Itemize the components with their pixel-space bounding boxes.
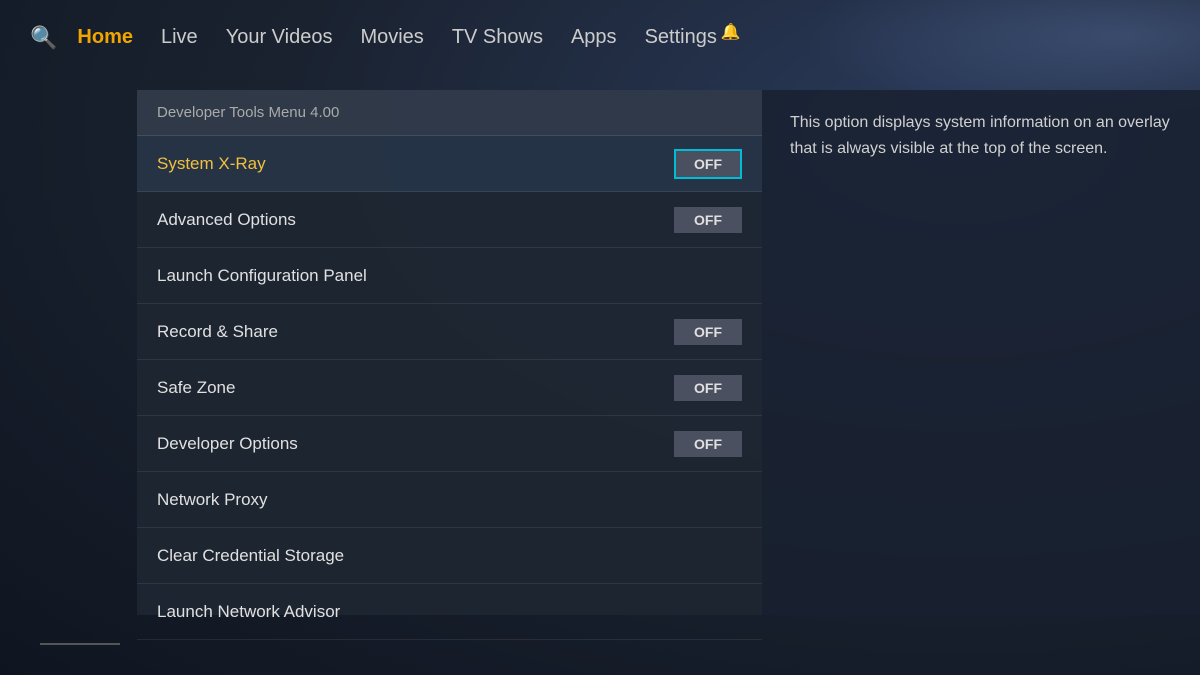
nav-item-settings[interactable]: Settings🔔 bbox=[645, 26, 741, 49]
notification-bell-icon: 🔔 bbox=[721, 22, 741, 42]
nav-item-home[interactable]: Home bbox=[77, 26, 133, 49]
menu-item-label-developer-options: Developer Options bbox=[157, 434, 298, 454]
menu-item-label-clear-credential: Clear Credential Storage bbox=[157, 546, 344, 566]
description-text: This option displays system information … bbox=[790, 110, 1172, 163]
settings-wrapper: Settings🔔 bbox=[645, 26, 741, 49]
toggle-system-xray[interactable]: OFF bbox=[674, 149, 742, 179]
toggle-advanced-options[interactable]: OFF bbox=[674, 207, 742, 233]
toggle-safe-zone[interactable]: OFF bbox=[674, 375, 742, 401]
menu-item-system-xray[interactable]: System X-Ray OFF bbox=[137, 136, 762, 192]
nav-item-apps[interactable]: Apps bbox=[571, 26, 617, 49]
menu-item-label-network-proxy: Network Proxy bbox=[157, 490, 268, 510]
nav-item-movies[interactable]: Movies bbox=[360, 26, 423, 49]
menu-item-clear-credential[interactable]: Clear Credential Storage bbox=[137, 528, 762, 584]
toggle-record-share[interactable]: OFF bbox=[674, 319, 742, 345]
bottom-bar bbox=[0, 620, 1200, 675]
menu-item-advanced-options[interactable]: Advanced Options OFF bbox=[137, 192, 762, 248]
nav-item-your-videos[interactable]: Your Videos bbox=[226, 26, 333, 49]
menu-items-list: System X-Ray OFF Advanced Options OFF Launch… bbox=[137, 136, 762, 640]
description-panel: This option displays system information … bbox=[762, 90, 1200, 615]
menu-item-label-record-share: Record & Share bbox=[157, 322, 278, 342]
menu-item-record-share[interactable]: Record & Share OFF bbox=[137, 304, 762, 360]
nav-item-live[interactable]: Live bbox=[161, 26, 198, 49]
menu-item-label-advanced-options: Advanced Options bbox=[157, 210, 296, 230]
nav-menu: Home Live Your Videos Movies TV Shows Apps Set… bbox=[77, 26, 740, 49]
menu-item-label-system-xray: System X-Ray bbox=[157, 154, 266, 174]
menu-item-label-launch-config: Launch Configuration Panel bbox=[157, 266, 367, 286]
menu-header: Developer Tools Menu 4.00 bbox=[137, 90, 762, 136]
menu-item-label-safe-zone: Safe Zone bbox=[157, 378, 235, 398]
menu-item-developer-options[interactable]: Developer Options OFF bbox=[137, 416, 762, 472]
toggle-developer-options[interactable]: OFF bbox=[674, 431, 742, 457]
menu-panel: Developer Tools Menu 4.00 System X-Ray OF… bbox=[137, 90, 762, 615]
nav-settings-label: Settings bbox=[645, 26, 717, 49]
menu-item-launch-config[interactable]: Launch Configuration Panel bbox=[137, 248, 762, 304]
menu-item-safe-zone[interactable]: Safe Zone OFF bbox=[137, 360, 762, 416]
main-content: Developer Tools Menu 4.00 System X-Ray OF… bbox=[137, 90, 1200, 615]
menu-item-network-proxy[interactable]: Network Proxy bbox=[137, 472, 762, 528]
bottom-line bbox=[40, 643, 120, 645]
menu-item-label-launch-network: Launch Network Advisor bbox=[157, 602, 340, 622]
nav-item-tv-shows[interactable]: TV Shows bbox=[452, 26, 543, 49]
navbar: 🔍 Home Live Your Videos Movies TV Shows Apps S… bbox=[0, 0, 1200, 75]
search-icon[interactable]: 🔍 bbox=[30, 25, 57, 51]
